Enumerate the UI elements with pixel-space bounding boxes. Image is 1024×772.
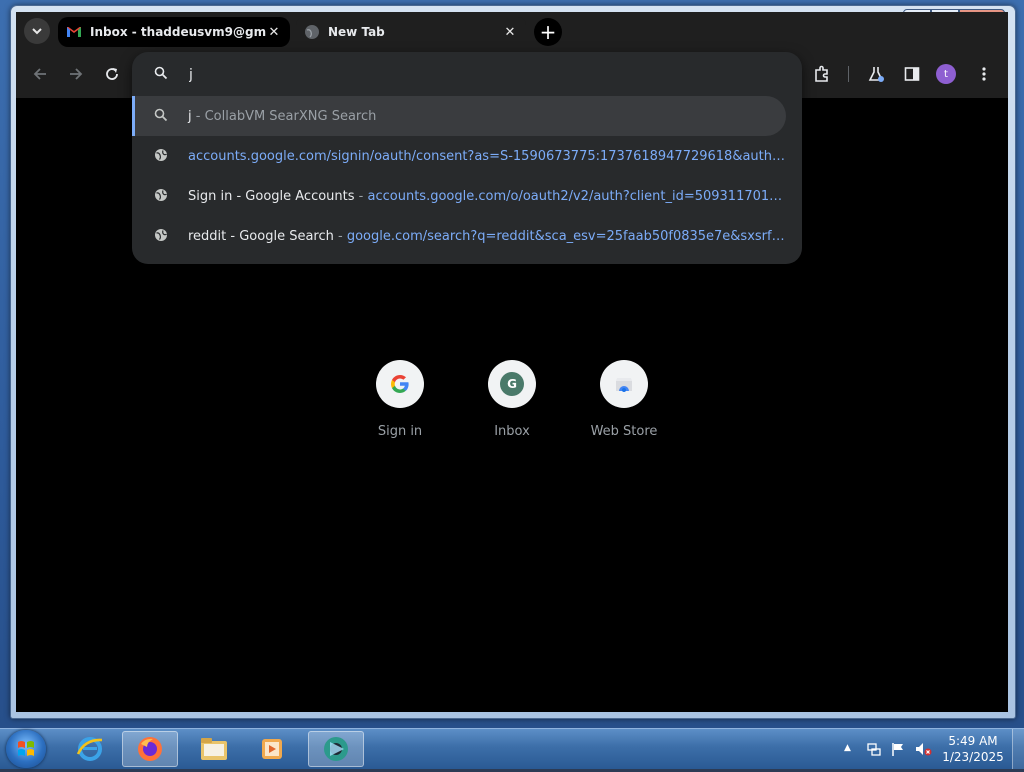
globe-icon bbox=[305, 25, 319, 39]
suggestion-url: accounts.google.com/signin/oauth/consent… bbox=[188, 148, 786, 164]
shortcut-web-store[interactable]: Web Store bbox=[576, 360, 672, 439]
shortcut-inbox[interactable]: G Inbox bbox=[464, 360, 560, 439]
volume-muted-icon[interactable] bbox=[914, 741, 932, 757]
taskbar: ▲ 5:49 AM 1/23/2025 bbox=[0, 728, 1024, 769]
show-desktop-button[interactable] bbox=[1012, 729, 1024, 769]
media-player-icon bbox=[262, 739, 282, 759]
shortcut-icon-bg: G bbox=[488, 360, 536, 408]
suggestion-sep: - bbox=[191, 108, 205, 124]
suggestion-sep: - bbox=[354, 188, 368, 204]
more-vert-icon bbox=[982, 67, 986, 81]
windows-logo-icon bbox=[18, 741, 34, 756]
network-icon[interactable] bbox=[866, 741, 882, 757]
taskbar-file-explorer[interactable] bbox=[186, 731, 242, 767]
shortcut-sign-in[interactable]: Sign in bbox=[352, 360, 448, 439]
reload-button[interactable] bbox=[100, 62, 124, 86]
shortcut-icon-bg bbox=[376, 360, 424, 408]
shortcut-label: Web Store bbox=[590, 424, 658, 439]
clock[interactable]: 5:49 AM 1/23/2025 bbox=[938, 733, 1008, 765]
suggestion-history[interactable]: reddit - Google Search - google.com/sear… bbox=[132, 216, 786, 256]
omnibox-input-row bbox=[132, 52, 802, 96]
side-panel-button[interactable] bbox=[900, 62, 924, 86]
show-hidden-icons-icon[interactable]: ▲ bbox=[844, 743, 851, 753]
omnibox-dropdown: j - CollabVM SearXNG Search accounts.goo… bbox=[132, 52, 802, 264]
extensions-button[interactable] bbox=[810, 62, 834, 86]
suggestion-detail: CollabVM SearXNG Search bbox=[204, 108, 377, 124]
taskbar-browser[interactable] bbox=[308, 731, 364, 767]
suggestion-history[interactable]: Sign in - Google Accounts - accounts.goo… bbox=[132, 176, 786, 216]
new-tab-button[interactable]: + bbox=[534, 18, 562, 46]
tab-search-button[interactable] bbox=[24, 18, 50, 44]
suggestion-url: accounts.google.com/o/oauth2/v2/auth?cli… bbox=[367, 188, 787, 204]
plus-icon: + bbox=[539, 20, 557, 44]
browser-app-icon bbox=[324, 737, 348, 761]
taskbar-internet-explorer[interactable] bbox=[62, 731, 118, 767]
firefox-icon bbox=[138, 737, 162, 761]
side-panel-icon bbox=[904, 67, 920, 81]
forward-button[interactable] bbox=[64, 62, 88, 86]
gmail-icon bbox=[67, 27, 81, 37]
suggestion-search[interactable]: j - CollabVM SearXNG Search bbox=[132, 96, 786, 136]
tab-title: Inbox - thaddeusvm9@gmail.com bbox=[90, 25, 266, 39]
globe-icon bbox=[155, 189, 168, 201]
folder-icon bbox=[201, 738, 227, 760]
clock-time: 5:49 AM bbox=[948, 734, 998, 748]
google-g-icon bbox=[391, 375, 409, 393]
start-button[interactable] bbox=[6, 730, 46, 768]
chevron-down-icon bbox=[32, 28, 42, 35]
search-icon bbox=[154, 66, 168, 80]
puzzle-icon bbox=[815, 65, 828, 82]
labs-button[interactable] bbox=[864, 62, 888, 86]
browser-window: Inbox - thaddeusvm9@gmail.com ✕ New Tab … bbox=[16, 12, 1008, 712]
arrow-left-icon bbox=[33, 68, 46, 80]
shortcut-label: Inbox bbox=[494, 424, 530, 439]
internet-explorer-icon bbox=[76, 737, 103, 761]
web-store-icon bbox=[616, 378, 632, 392]
tab-strip: Inbox - thaddeusvm9@gmail.com ✕ New Tab … bbox=[16, 12, 1008, 50]
clock-date: 1/23/2025 bbox=[942, 750, 1004, 764]
tab-new-tab[interactable]: New Tab ✕ bbox=[296, 17, 526, 47]
close-tab-icon[interactable]: ✕ bbox=[266, 25, 282, 40]
inbox-letter: G bbox=[507, 377, 517, 391]
globe-icon bbox=[155, 229, 168, 241]
arrow-right-icon bbox=[70, 68, 83, 80]
profile-initial: t bbox=[944, 68, 948, 80]
tab-gmail-inbox[interactable]: Inbox - thaddeusvm9@gmail.com ✕ bbox=[58, 17, 290, 47]
shortcut-icon-bg bbox=[600, 360, 648, 408]
suggestion-main: reddit - Google Search bbox=[188, 228, 334, 244]
taskbar-firefox[interactable] bbox=[122, 731, 178, 767]
action-center-flag-icon[interactable] bbox=[890, 741, 906, 757]
globe-icon bbox=[155, 149, 168, 161]
suggestion-history[interactable]: accounts.google.com/signin/oauth/consent… bbox=[132, 136, 786, 176]
suggestion-main: Sign in - Google Accounts bbox=[188, 188, 355, 204]
close-tab-icon[interactable]: ✕ bbox=[502, 25, 518, 40]
menu-button[interactable] bbox=[972, 62, 996, 86]
reload-icon bbox=[106, 68, 118, 80]
tab-title: New Tab bbox=[328, 25, 385, 39]
g-letter-icon: G bbox=[500, 372, 524, 396]
suggestion-url: google.com/search?q=reddit&sca_esv=25faa… bbox=[346, 228, 786, 244]
taskbar-media-player[interactable] bbox=[244, 731, 300, 767]
address-bar-input[interactable] bbox=[187, 64, 771, 86]
search-icon bbox=[154, 108, 168, 122]
flask-icon bbox=[868, 67, 884, 82]
back-button[interactable] bbox=[28, 62, 52, 86]
profile-avatar[interactable]: t bbox=[936, 64, 956, 84]
shortcut-label: Sign in bbox=[377, 424, 423, 439]
toolbar-divider bbox=[848, 66, 849, 82]
suggestion-sep: - bbox=[333, 228, 347, 244]
